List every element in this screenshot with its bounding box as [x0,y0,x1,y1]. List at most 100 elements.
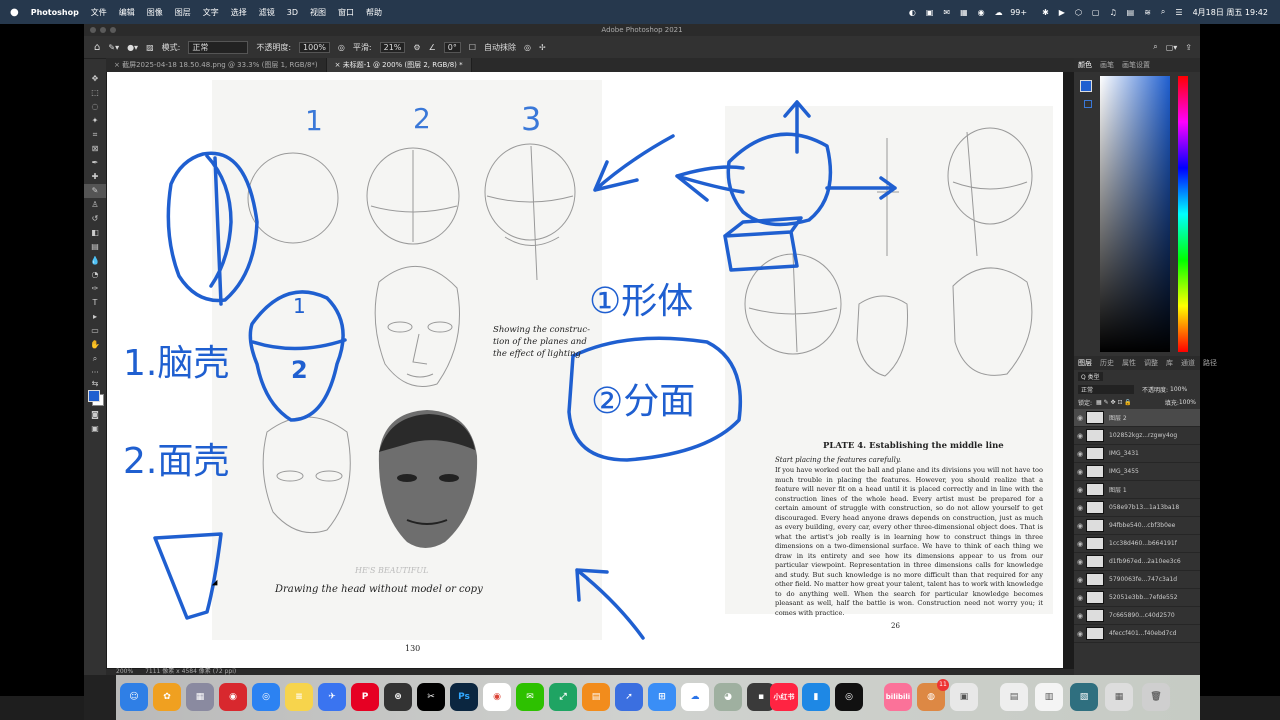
eye-icon[interactable]: ◉ [1074,450,1086,458]
crop-tool-icon[interactable]: ⌗ [84,128,106,142]
app-store-icon[interactable]: ⊞ [648,683,676,711]
pinterest-icon[interactable]: P [351,683,379,711]
tab-properties[interactable]: 属性 [1118,356,1140,370]
layer-row[interactable]: ◉ IMG_3431 [1074,445,1200,463]
eye-icon[interactable]: ◉ [1074,504,1086,512]
finder-icon[interactable]: ☺ [120,683,148,711]
status-icon[interactable]: ▶ [1059,8,1065,17]
eyedropper-icon[interactable]: ✒ [84,156,106,170]
layer-row[interactable]: ◉ 102852kgz...rzgwy4og [1074,427,1200,445]
hand-tool-icon[interactable]: ✋ [84,338,106,352]
history-brush-icon[interactable]: ↺ [84,212,106,226]
minimize-window-button[interactable] [100,27,106,33]
move-tool-icon[interactable]: ✥ [84,72,106,86]
pressure-opacity-icon[interactable]: ◎ [338,43,345,52]
menu-3d[interactable]: 3D [287,8,298,17]
eye-icon[interactable]: ◉ [1074,540,1086,548]
battery-icon[interactable]: ☁ 99+ [995,8,1032,17]
netease-music-icon[interactable]: ◉ [219,683,247,711]
document-canvas[interactable]: 1 2 3 1.脑壳 2.面壳 ①形体 ②分面 1 2 Showing the … [107,72,1063,668]
brush-tool-icon[interactable]: ✎ [84,184,106,198]
magic-wand-icon[interactable]: ✦ [84,114,106,128]
symmetry-icon[interactable]: ✢ [539,43,546,52]
status-icon[interactable]: ⬡ [1075,8,1082,17]
close-window-button[interactable] [90,27,96,33]
recent-document-icon[interactable]: ▦ [1105,683,1133,711]
background-color-swatch[interactable] [1084,100,1092,108]
tab-brush-settings[interactable]: 画笔设置 [1118,58,1154,72]
home-icon[interactable]: ⌂ [94,42,100,53]
layer-row[interactable]: ◉1ae5ef1d4...2c81bc28 [1074,643,1200,645]
menu-type[interactable]: 文字 [203,7,219,18]
quick-mask-icon[interactable]: ◙ [84,408,106,422]
app-icon[interactable]: ◎ [252,683,280,711]
tab-channels[interactable]: 通道 [1177,356,1199,370]
healing-brush-icon[interactable]: ✚ [84,170,106,184]
apple-icon[interactable]: ● [10,7,19,18]
pressure-size-icon[interactable]: ◎ [524,43,531,52]
keynote-icon[interactable]: ▮ [802,683,830,711]
photos-icon[interactable]: ✿ [153,683,181,711]
layer-row[interactable]: ◉ 1cc38d460...b664191f [1074,535,1200,553]
blur-tool-icon[interactable]: 💧 [84,254,106,268]
stamp-tool-icon[interactable]: ♙ [84,198,106,212]
angle-field[interactable]: 0° [443,41,461,53]
baidu-netdisk-icon[interactable]: ☁ [681,683,709,711]
chrome-icon[interactable]: ◉ [483,683,511,711]
menu-select[interactable]: 选择 [231,7,247,18]
eye-icon[interactable]: ◉ [1074,612,1086,620]
status-icon[interactable]: ▤ [1127,8,1135,17]
app-icon[interactable]: ◎ [835,683,863,711]
tab-history[interactable]: 历史 [1096,356,1118,370]
layer-row[interactable]: ◉ 94fbbe540...cbf3b0ee [1074,517,1200,535]
marquee-tool-icon[interactable]: ⬚ [84,86,106,100]
status-icon[interactable]: ▣ [926,8,934,17]
recent-document-icon[interactable]: ▧ [1070,683,1098,711]
preview-icon[interactable]: ▣ [950,683,978,711]
tab-paths[interactable]: 路径 [1199,356,1221,370]
eye-icon[interactable]: ◉ [1074,432,1086,440]
wifi-icon[interactable]: ≋ [1144,8,1151,17]
menu-window[interactable]: 窗口 [338,7,354,18]
feishu-icon[interactable]: ✈ [318,683,346,711]
tab-screenshot[interactable]: × 截屏2025-04-18 18.50.48.png @ 33.3% (图层 … [106,58,327,72]
control-center-icon[interactable]: ☰ [1175,8,1182,17]
pen-tool-icon[interactable]: ✑ [84,282,106,296]
tab-untitled[interactable]: × 未标题-1 @ 200% (图层 2, RGB/8) * [326,58,472,72]
eye-icon[interactable]: ◉ [1074,630,1086,638]
auto-erase-checkbox[interactable]: ☐ [469,43,476,52]
tab-adjustments[interactable]: 调整 [1140,356,1162,370]
layer-row[interactable]: ◉ 058e97b13...1a13ba18 [1074,499,1200,517]
layer-row[interactable]: ◉ 图层 1 [1074,481,1200,499]
shape-tool-icon[interactable]: ▭ [84,324,106,338]
screen-mode-icon[interactable]: ▣ [84,422,106,436]
status-icon[interactable]: ▢ [1092,8,1100,17]
layer-row[interactable]: ◉ 52051e3bb...7efde552 [1074,589,1200,607]
status-icon[interactable]: ◉ [978,8,985,17]
capcut-icon[interactable]: ✂ [417,683,445,711]
rocket-icon[interactable]: ➚ [615,683,643,711]
menu-image[interactable]: 图像 [147,7,163,18]
recent-document-icon[interactable]: ▤ [1000,683,1028,711]
books-icon[interactable]: ▤ [582,683,610,711]
frame-tool-icon[interactable]: ⊠ [84,142,106,156]
search-icon[interactable]: ⌕ [1161,7,1165,17]
lasso-tool-icon[interactable]: ◌ [84,100,106,114]
gradient-icon[interactable]: ▤ [84,240,106,254]
layer-kind-select[interactable]: Q 类型 [1078,372,1103,381]
zoom-level[interactable]: 200% [116,668,133,675]
layer-opacity-field[interactable]: 100% [1170,386,1187,393]
layer-row[interactable]: ◉ IMG_3455 [1074,463,1200,481]
menu-filter[interactable]: 滤镜 [259,7,275,18]
photoshop-icon[interactable]: Ps [450,683,478,711]
headphones-icon[interactable]: ♫ [1109,8,1116,17]
xiaohongshu-icon[interactable]: 小红书 [770,683,798,711]
menu-edit[interactable]: 编辑 [119,7,135,18]
color-field[interactable] [1100,76,1170,352]
mode-select[interactable]: 正常 [188,40,249,54]
tab-brush[interactable]: 画笔 [1096,58,1118,72]
opacity-field[interactable]: 100% [299,41,330,53]
eye-icon[interactable]: ◉ [1074,594,1086,602]
brush-size-icon[interactable]: ●▾ [127,43,138,52]
notes-icon[interactable]: ≡ [285,683,313,711]
